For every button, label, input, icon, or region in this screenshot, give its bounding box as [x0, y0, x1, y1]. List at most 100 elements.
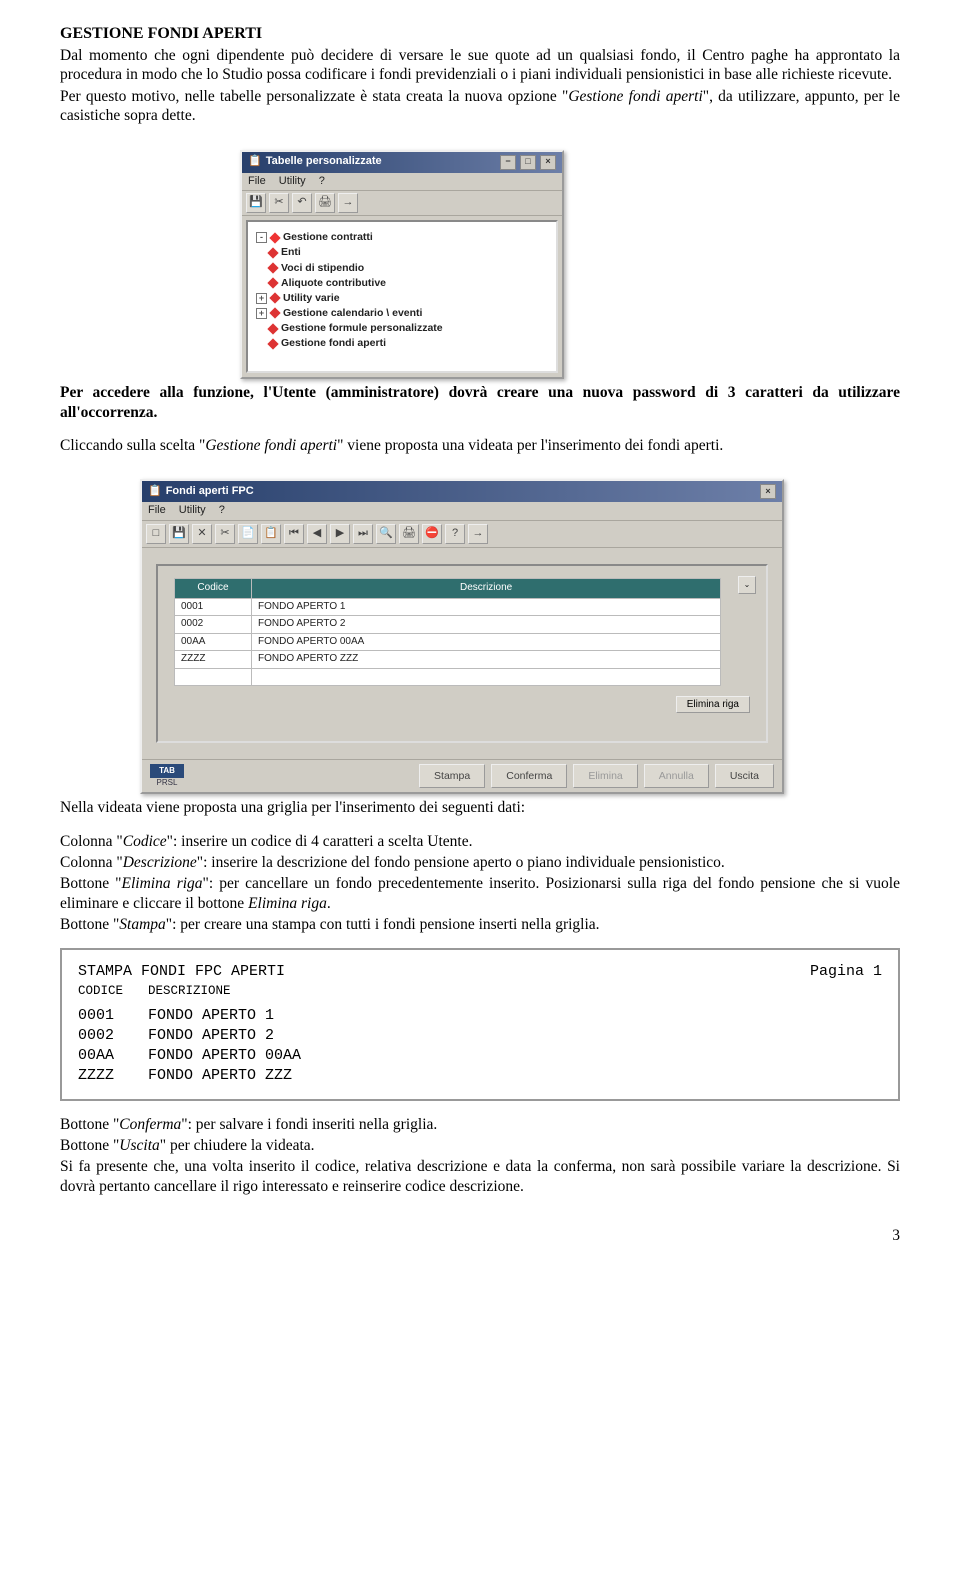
col-descrizione[interactable]: Descrizione — [252, 579, 721, 599]
toolbar: □ 💾 ✕ ✂ 📄 📋 ⏮ ◀ ▶ ⏭ 🔍 🖨 ⛔ ? → — [142, 521, 782, 548]
delete-icon[interactable]: ✕ — [192, 524, 212, 544]
table-row[interactable]: 0002FONDO APERTO 2 — [175, 616, 721, 634]
menu-utility[interactable]: Utility — [179, 504, 206, 516]
exit-icon[interactable]: → — [468, 524, 488, 544]
opt-name: Gestione fondi aperti — [568, 88, 702, 105]
cell-cod[interactable]: 0002 — [175, 616, 252, 634]
tree-label: Enti — [281, 246, 301, 259]
expand-icon[interactable]: - — [256, 232, 267, 243]
copy-icon[interactable]: 📄 — [238, 524, 258, 544]
menu-help[interactable]: ? — [319, 175, 325, 187]
elimina-button[interactable]: Elimina — [573, 764, 637, 788]
diamond-icon — [269, 308, 280, 319]
stampa-button[interactable]: Stampa — [419, 764, 485, 788]
expand-icon[interactable]: + — [256, 293, 267, 304]
tree-item[interactable]: Gestione formule personalizzate — [272, 321, 550, 336]
para-grid-intro: Nella videata viene proposta una griglia… — [60, 798, 900, 817]
tree-item[interactable]: -Gestione contratti — [272, 230, 550, 245]
expand-icon — [256, 279, 265, 288]
new-icon[interactable]: □ — [146, 524, 166, 544]
expand-icon — [256, 264, 265, 273]
tree-item[interactable]: Voci di stipendio — [272, 261, 550, 276]
lookup-icon[interactable]: ⌄ — [738, 576, 756, 594]
cell-desc[interactable]: FONDO APERTO 00AA — [252, 633, 721, 651]
menu-utility[interactable]: Utility — [279, 175, 306, 187]
fondi-grid[interactable]: Codice Descrizione 0001FONDO APERTO 1 00… — [174, 578, 721, 686]
undo-icon[interactable]: ↶ — [292, 193, 312, 213]
app-icon: 📋 — [148, 485, 162, 499]
toolbar: 💾 ✂ ↶ 🖨 → — [242, 191, 562, 216]
tree-label: Gestione calendario \ eventi — [283, 307, 422, 320]
bottom-bar: TAB PRSL Stampa Conferma Elimina Annulla… — [142, 759, 782, 792]
titlebar[interactable]: 📋 Fondi aperti FPC × — [142, 481, 782, 502]
cell-desc[interactable]: FONDO APERTO ZZZ — [252, 651, 721, 669]
print-icon[interactable]: 🖨 — [399, 524, 419, 544]
first-icon[interactable]: ⏮ — [284, 524, 304, 544]
diamond-icon — [269, 293, 280, 304]
tree-item[interactable]: +Gestione calendario \ eventi — [272, 306, 550, 321]
last-icon[interactable]: ⏭ — [353, 524, 373, 544]
text: Per questo motivo, nelle tabelle persona… — [60, 88, 568, 105]
table-row[interactable]: 0001FONDO APERTO 1 — [175, 598, 721, 616]
para-intro-1: Dal momento che ogni dipendente può deci… — [60, 46, 900, 85]
print-row: 0001FONDO APERTO 1 — [78, 1006, 882, 1026]
cell-cod[interactable]: 00AA — [175, 633, 252, 651]
uscita-button[interactable]: Uscita — [715, 764, 774, 788]
print-headers: CODICEDESCRIZIONE — [78, 983, 882, 1000]
menu-help[interactable]: ? — [219, 504, 225, 516]
cell-cod[interactable]: ZZZZ — [175, 651, 252, 669]
menu-file[interactable]: File — [248, 175, 266, 187]
save-icon[interactable]: 💾 — [169, 524, 189, 544]
line-conferma: Bottone "Conferma": per salvare i fondi … — [60, 1115, 900, 1134]
cell-desc[interactable]: FONDO APERTO 1 — [252, 598, 721, 616]
diamond-icon — [269, 232, 280, 243]
close-icon[interactable]: × — [540, 155, 556, 170]
line-stampa: Bottone "Stampa": per creare una stampa … — [60, 915, 900, 934]
tree-pane: -Gestione contratti Enti Voci di stipend… — [246, 220, 558, 373]
cut-icon[interactable]: ✂ — [269, 193, 289, 213]
annulla-button[interactable]: Annulla — [644, 764, 709, 788]
print-row: 00AAFONDO APERTO 00AA — [78, 1046, 882, 1066]
maximize-icon[interactable]: □ — [520, 155, 536, 170]
cut-icon[interactable]: ✂ — [215, 524, 235, 544]
tree-item[interactable]: Aliquote contributive — [272, 276, 550, 291]
save-icon[interactable]: 💾 — [246, 193, 266, 213]
expand-icon[interactable]: + — [256, 308, 267, 319]
close-icon[interactable]: × — [760, 484, 776, 499]
expand-icon — [256, 339, 265, 348]
tree-label: Aliquote contributive — [281, 277, 386, 290]
diamond-icon — [267, 323, 278, 334]
col-codice[interactable]: Codice — [175, 579, 252, 599]
table-row[interactable]: 00AAFONDO APERTO 00AA — [175, 633, 721, 651]
tree-item[interactable]: Gestione fondi aperti — [272, 336, 550, 351]
prev-icon[interactable]: ◀ — [307, 524, 327, 544]
tree-label: Gestione fondi aperti — [281, 337, 386, 350]
minimize-icon[interactable]: − — [500, 155, 516, 170]
help-icon[interactable]: ? — [445, 524, 465, 544]
tab-prsl-logo: TAB PRSL — [150, 764, 184, 788]
menu-file[interactable]: File — [148, 504, 166, 516]
table-row[interactable]: ZZZZFONDO APERTO ZZZ — [175, 651, 721, 669]
table-row[interactable] — [175, 668, 721, 686]
next-icon[interactable]: ▶ — [330, 524, 350, 544]
tree-item[interactable]: Enti — [272, 245, 550, 260]
titlebar[interactable]: 📋 Tabelle personalizzate − □ × — [242, 152, 562, 173]
section-title: GESTIONE FONDI APERTI — [60, 24, 900, 44]
app-icon: 📋 — [248, 155, 262, 169]
print-listing: STAMPA FONDI FPC APERTI Pagina 1 CODICED… — [60, 948, 900, 1100]
stop-icon[interactable]: ⛔ — [422, 524, 442, 544]
cell-desc[interactable]: FONDO APERTO 2 — [252, 616, 721, 634]
tree-label: Gestione contratti — [283, 231, 373, 244]
exit-icon[interactable]: → — [338, 193, 358, 213]
cell-cod[interactable]: 0001 — [175, 598, 252, 616]
elimina-riga-button[interactable]: Elimina riga — [676, 696, 750, 713]
print-row: ZZZZFONDO APERTO ZZZ — [78, 1066, 882, 1086]
menu-bar: File Utility ? — [142, 502, 782, 521]
tree-item[interactable]: +Utility varie — [272, 291, 550, 306]
search-icon[interactable]: 🔍 — [376, 524, 396, 544]
diamond-icon — [267, 247, 278, 258]
conferma-button[interactable]: Conferma — [491, 764, 567, 788]
print-icon[interactable]: 🖨 — [315, 193, 335, 213]
text: Cliccando sulla scelta " — [60, 437, 205, 454]
paste-icon[interactable]: 📋 — [261, 524, 281, 544]
